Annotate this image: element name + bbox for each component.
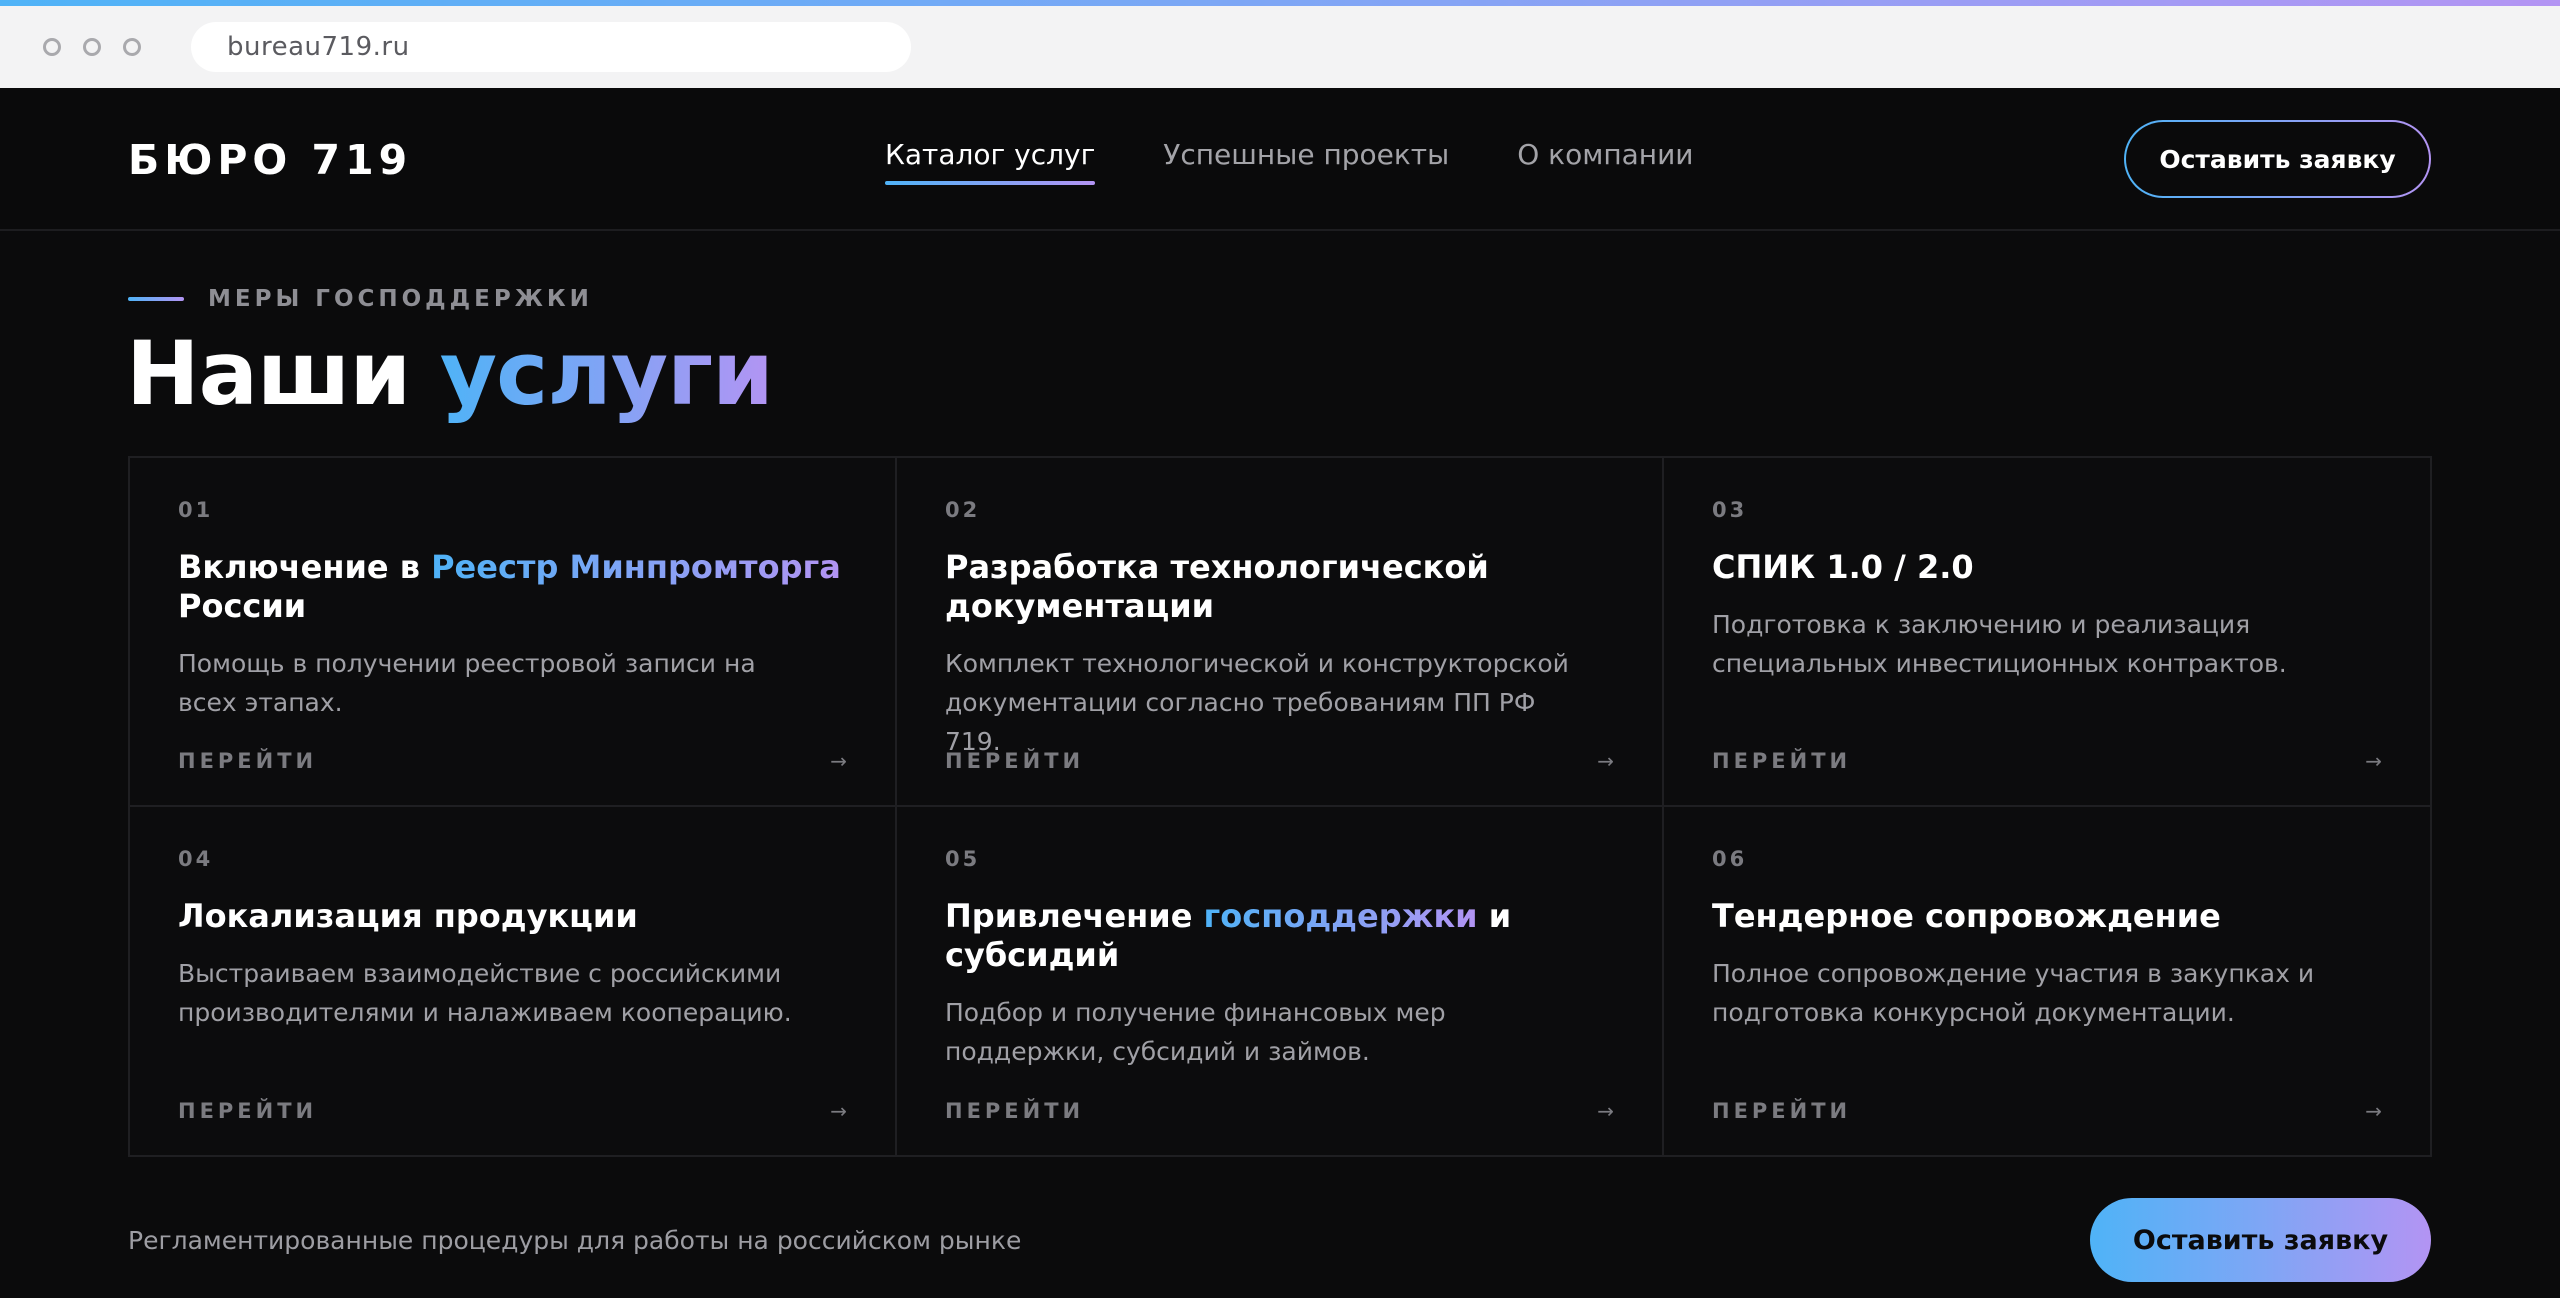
service-go-label: ПЕРЕЙТИ xyxy=(945,749,1085,773)
service-go-link[interactable]: ПЕРЕЙТИ → xyxy=(945,749,1614,773)
section-title-accent: услуги xyxy=(439,322,774,425)
service-go-link[interactable]: ПЕРЕЙТИ → xyxy=(178,749,847,773)
footer-request-button[interactable]: Оставить заявку xyxy=(2090,1198,2431,1282)
service-number: 05 xyxy=(945,847,981,871)
arrow-right-icon: → xyxy=(1597,1099,1614,1123)
window-maximize-dot[interactable] xyxy=(123,38,141,56)
service-card[interactable]: 04 Локализация продукции Выстраиваем взаим… xyxy=(130,807,897,1155)
service-card[interactable]: 06 Тендерное сопровождение Полное сопровож… xyxy=(1664,807,2430,1155)
service-description: Выстраиваем взаимодействие с российскими… xyxy=(178,959,792,1027)
eyebrow-line xyxy=(128,297,184,301)
service-title-text: СПИК 1.0 / 2.0 xyxy=(1712,548,1974,586)
service-description: Подбор и получение финансовых мер поддер… xyxy=(945,998,1446,1066)
window-close-dot[interactable] xyxy=(43,38,61,56)
service-title: Разработка технологической документации xyxy=(945,548,1614,626)
service-title-text: Локализация продукции xyxy=(178,897,638,935)
arrow-right-icon: → xyxy=(830,749,847,773)
service-card[interactable]: 02 Разработка технологической документаци… xyxy=(897,458,1664,807)
service-go-label: ПЕРЕЙТИ xyxy=(178,1099,318,1123)
nav-item-projects[interactable]: Успешные проекты xyxy=(1163,138,1449,185)
browser-chrome: bureau719.ru xyxy=(0,6,2560,88)
footer-note: Регламентированные процедуры для работы … xyxy=(128,1226,1022,1255)
arrow-right-icon: → xyxy=(830,1099,847,1123)
main-nav: Каталог услуг Успешные проекты О компани… xyxy=(885,138,1694,185)
service-title-text: Привлечение xyxy=(945,897,1204,935)
service-title: Тендерное сопровождение xyxy=(1712,897,2382,936)
arrow-right-icon: → xyxy=(1597,749,1614,773)
window-controls xyxy=(43,38,141,56)
site-header: БЮРО 719 Каталог услуг Успешные проекты … xyxy=(0,88,2560,231)
service-title-text: Включение в xyxy=(178,548,432,586)
service-title: СПИК 1.0 / 2.0 xyxy=(1712,548,2382,587)
window-minimize-dot[interactable] xyxy=(83,38,101,56)
service-go-label: ПЕРЕЙТИ xyxy=(1712,1099,1852,1123)
services-grid: 01 Включение в Реестр Минпромторга России… xyxy=(128,456,2432,1157)
service-go-link[interactable]: ПЕРЕЙТИ → xyxy=(945,1099,1614,1123)
nav-item-about[interactable]: О компании xyxy=(1517,138,1693,185)
service-title: Включение в Реестр Минпромторга России xyxy=(178,548,847,626)
service-description: Полное сопровождение участия в закупках … xyxy=(1712,959,2315,1027)
service-title-accent: господдержки xyxy=(1203,897,1478,935)
nav-item-catalog[interactable]: Каталог услуг xyxy=(885,138,1096,185)
service-title-text: Разработка технологической документации xyxy=(945,548,1489,625)
service-card[interactable]: 03 СПИК 1.0 / 2.0 Подготовка к заключению … xyxy=(1664,458,2430,807)
service-go-link[interactable]: ПЕРЕЙТИ → xyxy=(178,1099,847,1123)
arrow-right-icon: → xyxy=(2365,749,2382,773)
service-go-link[interactable]: ПЕРЕЙТИ → xyxy=(1712,749,2382,773)
section-title: Наши услуги xyxy=(126,322,774,425)
section-eyebrow: МЕРЫ ГОСПОДДЕРЖКИ xyxy=(128,286,593,312)
service-number: 03 xyxy=(1712,498,1748,522)
address-bar-url: bureau719.ru xyxy=(227,32,410,62)
arrow-right-icon: → xyxy=(2365,1099,2382,1123)
service-go-label: ПЕРЕЙТИ xyxy=(945,1099,1085,1123)
service-go-label: ПЕРЕЙТИ xyxy=(178,749,318,773)
service-description: Подготовка к заключению и реализация спе… xyxy=(1712,610,2287,678)
address-bar[interactable]: bureau719.ru xyxy=(191,22,911,72)
service-title-text: Тендерное сопровождение xyxy=(1712,897,2221,935)
service-go-link[interactable]: ПЕРЕЙТИ → xyxy=(1712,1099,2382,1123)
service-description: Комплект технологической и конструкторск… xyxy=(945,649,1569,756)
service-go-label: ПЕРЕЙТИ xyxy=(1712,749,1852,773)
eyebrow-text: МЕРЫ ГОСПОДДЕРЖКИ xyxy=(208,286,593,312)
service-card[interactable]: 05 Привлечение господдержки и субсидий Под… xyxy=(897,807,1664,1155)
service-number: 04 xyxy=(178,847,214,871)
service-number: 02 xyxy=(945,498,981,522)
service-title: Привлечение господдержки и субсидий xyxy=(945,897,1614,975)
header-request-button-label: Оставить заявку xyxy=(2126,122,2429,196)
service-title: Локализация продукции xyxy=(178,897,847,936)
service-number: 06 xyxy=(1712,847,1748,871)
site-logo[interactable]: БЮРО 719 xyxy=(128,136,412,184)
service-card[interactable]: 01 Включение в Реестр Минпромторга России… xyxy=(130,458,897,807)
service-title-text-end: России xyxy=(178,587,307,625)
section-title-plain: Наши xyxy=(126,322,411,425)
header-request-button[interactable]: Оставить заявку xyxy=(2124,120,2431,198)
service-description: Помощь в получении реестровой записи на … xyxy=(178,649,756,717)
service-title-accent: Реестр Минпромторга xyxy=(431,548,841,586)
service-number: 01 xyxy=(178,498,214,522)
